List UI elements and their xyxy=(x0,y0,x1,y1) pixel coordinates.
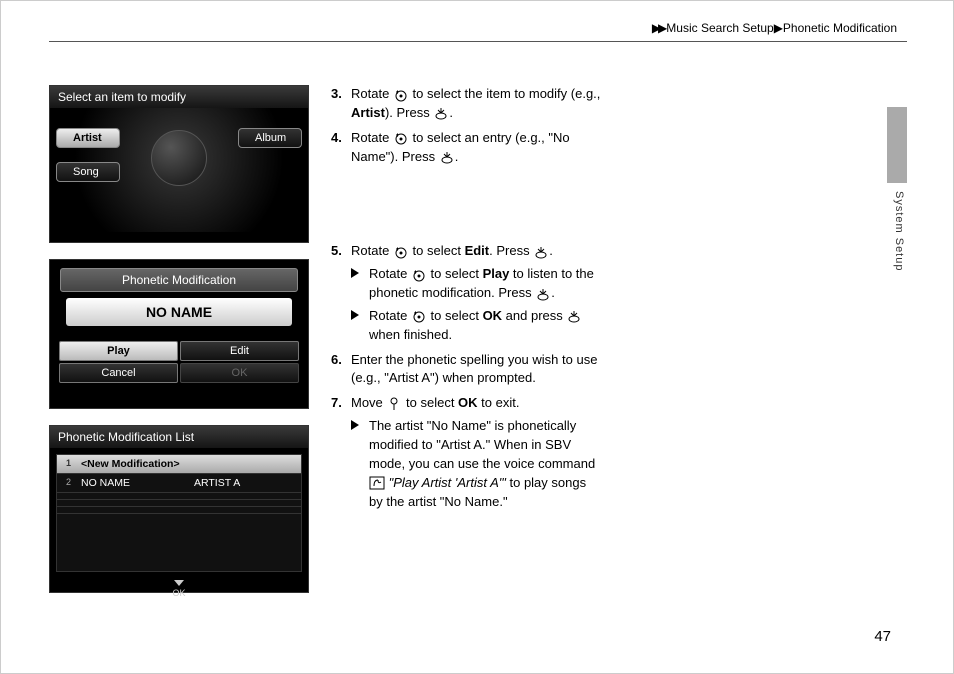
edit-button: Edit xyxy=(180,341,299,361)
rotate-dial-icon xyxy=(393,131,409,145)
selected-entry: NO NAME xyxy=(66,298,292,326)
screenshot-select-item: Select an item to modify Artist Album So… xyxy=(49,85,309,243)
screenshot-phonetic-modification: Phonetic Modification NO NAME Play Edit … xyxy=(49,259,309,409)
rotate-dial-icon xyxy=(393,245,409,259)
joystick-move-icon xyxy=(386,397,402,411)
bullet-arrow-icon xyxy=(351,310,359,320)
bullet-arrow-icon xyxy=(351,268,359,278)
step-6: 6. Enter the phonetic spelling you wish … xyxy=(331,351,601,389)
list-row: 2 NO NAME ARTIST A xyxy=(57,474,301,493)
page-number: 47 xyxy=(874,628,891,645)
rotate-dial-icon xyxy=(411,268,427,282)
bullet-arrow-icon xyxy=(351,420,359,430)
press-button-icon xyxy=(533,245,549,259)
rotate-dial-icon xyxy=(411,309,427,323)
screen-title: Phonetic Modification xyxy=(60,268,298,292)
instructions: 3. Rotate to select the item to modify (… xyxy=(331,85,601,517)
cancel-button: Cancel xyxy=(59,363,178,383)
screen-title: Select an item to modify xyxy=(50,86,308,108)
step-4: 4. Rotate to select an entry (e.g., "No … xyxy=(331,129,601,167)
voice-command-icon xyxy=(369,476,385,490)
press-button-icon xyxy=(566,309,582,323)
breadcrumb: ▶▶Music Search Setup▶Phonetic Modificati… xyxy=(49,21,907,42)
breadcrumb-item-1: Music Search Setup xyxy=(666,21,773,35)
option-song: Song xyxy=(56,162,120,182)
chevron-down-icon xyxy=(174,580,184,586)
list-row-new: 1 <New Modification> xyxy=(57,455,301,474)
rotate-dial-icon xyxy=(393,88,409,102)
list-row-empty xyxy=(57,493,301,500)
step-7: 7. Move to select OK to exit. The artist… xyxy=(331,394,601,511)
screenshot-modification-list: Phonetic Modification List 1 <New Modifi… xyxy=(49,425,309,593)
press-button-icon xyxy=(439,150,455,164)
list-row-empty xyxy=(57,500,301,507)
option-album: Album xyxy=(238,128,302,148)
press-button-icon xyxy=(433,106,449,120)
ok-button: OK xyxy=(180,363,299,383)
screen-title: Phonetic Modification List xyxy=(50,426,308,448)
ok-indicator: OK xyxy=(50,578,308,602)
breadcrumb-item-2: Phonetic Modification xyxy=(783,21,897,35)
list-row-empty xyxy=(57,507,301,514)
step-3: 3. Rotate to select the item to modify (… xyxy=(331,85,601,123)
dial-knob-graphic xyxy=(151,130,207,186)
step-5: 5. Rotate to select Edit. Press . Rotate… xyxy=(331,242,601,344)
play-button: Play xyxy=(59,341,178,361)
option-artist: Artist xyxy=(56,128,120,148)
press-button-icon xyxy=(535,287,551,301)
